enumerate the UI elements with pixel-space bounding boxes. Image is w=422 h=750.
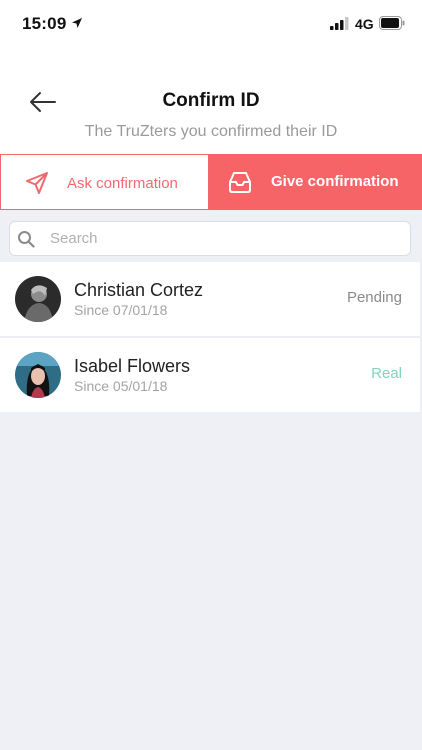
location-arrow-icon [72, 18, 82, 28]
avatar [15, 352, 61, 398]
status-bar: 15:09 4G [0, 0, 422, 48]
tab-give-confirmation-label: Give confirmation [271, 173, 399, 190]
search-input[interactable] [50, 226, 390, 251]
list-item[interactable]: Christian Cortez Since 07/01/18 Pending [0, 262, 420, 336]
person-name: Christian Cortez [74, 280, 204, 300]
inbox-icon [229, 172, 251, 193]
status-badge: Pending [346, 289, 402, 306]
page-title: Confirm ID [162, 90, 260, 111]
since-date: Since 05/01/18 [74, 378, 168, 394]
status-time: 15:09 [22, 14, 67, 33]
network-type: 4G [355, 16, 374, 32]
person-name: Isabel Flowers [74, 356, 191, 376]
battery-icon [379, 16, 405, 30]
search-bar [9, 221, 411, 256]
tab-ask-confirmation-label: Ask confirmation [67, 175, 178, 192]
send-icon [26, 172, 48, 194]
list-item[interactable]: Isabel Flowers Since 05/01/18 Real [0, 338, 420, 412]
page-subtitle: The TruZters you confirmed their ID [84, 123, 338, 140]
signal-strength-icon [330, 17, 349, 30]
avatar [15, 276, 61, 322]
tab-ask-confirmation[interactable]: Ask confirmation [0, 154, 209, 210]
tab-give-confirmation[interactable]: Give confirmation [209, 154, 422, 210]
status-badge: Real [371, 365, 402, 382]
search-icon [18, 231, 35, 248]
since-date: Since 07/01/18 [74, 302, 168, 318]
